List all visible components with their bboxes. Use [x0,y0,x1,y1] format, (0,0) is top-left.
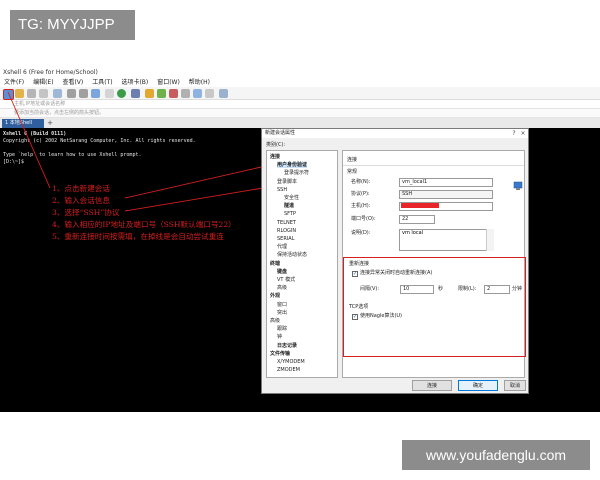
annotation-2: 2、输入会话信息 [52,196,110,205]
tree-item[interactable]: 外观 [270,293,280,299]
tree-item[interactable]: 代理 [277,244,287,250]
annotation-3: 3、选择“SSH”协议 [52,208,120,217]
settings-panel: 连接 常规 名称(N): vm_local1 协议(P): SSH 主机(H):… [342,150,526,378]
tree-item[interactable]: 连接 [270,154,280,160]
tree-item[interactable]: 文件传输 [270,351,290,357]
tree-item[interactable]: SSH [277,187,287,193]
tree-item[interactable]: 突出 [277,310,287,316]
panel-heading: 连接 [347,157,358,163]
description-scrollbar[interactable] [486,229,494,251]
tree-item[interactable]: 隧道 [284,203,294,209]
tree-item[interactable]: SERIAL [277,236,295,242]
tree-item[interactable]: TELNET [277,220,296,226]
tree-item[interactable]: X/YMODEM [277,359,305,365]
general-section-label: 常规 [347,169,358,175]
host-redaction-bar [401,203,439,208]
ok-button[interactable]: 确定 [458,380,498,391]
name-input[interactable]: vm_local1 [399,178,493,187]
host-computer-icon [513,181,523,190]
tree-item[interactable]: 日志记录 [277,343,297,349]
tree-item[interactable]: 登录提示符 [284,170,309,176]
annotation-4: 4、输入相应的IP地址及端口号（SSH默认端口号22） [52,220,236,229]
reconnect-section-label: 重新连接 [349,261,370,267]
dialog-help-button[interactable]: ? [510,129,518,138]
tree-item[interactable]: 跟踪 [277,326,287,332]
reconnect-checkbox-label: 连接异常关闭时自动重新连接(A) [360,270,433,276]
watermark-bottom: www.youfadenglu.com [402,440,590,470]
arrow-1 [7,91,51,189]
host-label: 主机(H): [351,203,371,209]
name-label: 名称(N): [351,179,371,185]
interval-unit: 秒 [438,286,444,292]
tree-item[interactable]: SFTP [284,211,296,217]
tcp-section-label: TCP选项 [349,304,369,310]
annotation-5: 5、重新连接时间按需填，在掉线是会自动尝试重连 [52,232,224,241]
description-textarea[interactable]: vm local [399,229,493,251]
reconnect-highlight-box: 重新连接 ✓ 连接异常关闭时自动重新连接(A) 间隔(V): 10 秒 限制(L… [343,257,526,357]
tree-item[interactable]: 用户身份验证 [277,162,308,169]
tree-item[interactable]: 安全性 [284,195,299,201]
dialog-close-button[interactable]: × [519,129,527,138]
tree-item[interactable]: VT 模式 [277,277,295,283]
category-label: 类别(C): [266,142,286,148]
nagle-checkbox[interactable]: ✓ [352,314,358,320]
tree-item[interactable]: 保持活动状态 [277,252,307,258]
interval-label: 间隔(V): [360,286,380,292]
nagle-checkbox-label: 使用Nagle算法(U) [360,313,403,319]
tree-item[interactable]: 终端 [270,261,280,267]
new-session-dialog: 新建会话属性 ? × 类别(C): 连接 用户身份验证 登录提示符 登录脚本 SSH 安全… [261,128,529,394]
limit-label: 限制(L): [458,286,477,292]
tree-item[interactable]: 窗口 [277,302,287,308]
tree-item[interactable]: 高级 [270,318,280,324]
protocol-label: 协议(P): [351,191,370,197]
tree-item[interactable]: 登录脚本 [277,179,297,185]
tree-item[interactable]: 钟 [277,334,282,340]
connect-button[interactable]: 连接 [412,380,452,391]
category-tree[interactable]: 连接用户身份验证 登录提示符登录脚本 SSH 安全性隧道 SFTP TELNET RLOGI… [266,150,338,378]
description-label: 说明(D): [351,230,371,236]
cancel-button[interactable]: 取消 [504,380,526,391]
dialog-title: 新建会话属性 [262,129,528,138]
protocol-select[interactable]: SSH [399,190,493,199]
limit-input[interactable]: 2 [484,285,510,294]
tree-item[interactable]: 高级 [277,285,287,291]
arrow-3 [124,185,276,212]
reconnect-checkbox[interactable]: ✓ [352,271,358,277]
port-label: 端口号(O): [351,216,376,222]
interval-input[interactable]: 10 [400,285,434,294]
arrow-2 [124,164,271,199]
panel-divider [343,165,524,166]
annotation-1: 1、点击新建会话 [52,184,110,193]
tree-item[interactable]: ZMODEM [277,367,300,373]
limit-unit: 分钟 [512,286,523,292]
port-input[interactable]: 22 [399,215,435,224]
tree-item[interactable]: 键盘 [277,269,287,275]
tree-item[interactable]: RLOGIN [277,228,296,234]
